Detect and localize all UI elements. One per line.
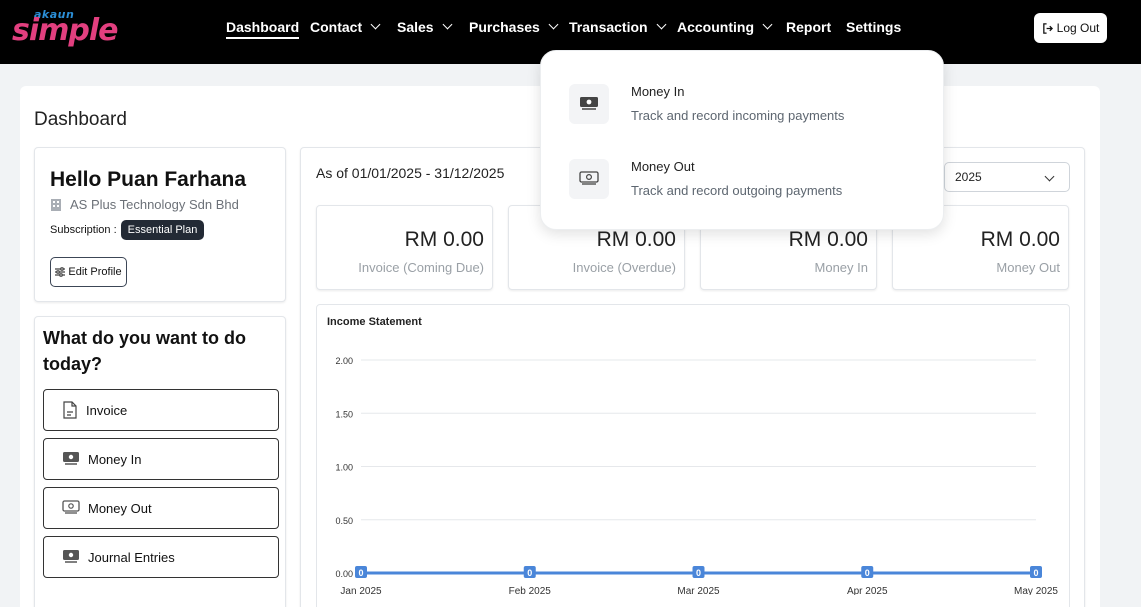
dropdown-item-title: Money In (631, 84, 685, 99)
data-label: 0 (696, 568, 701, 578)
dropdown-item-money-out[interactable]: Money Out Track and record outgoing paym… (569, 159, 929, 209)
y-tick-label: 0.50 (335, 516, 353, 526)
company-label: AS Plus Technology Sdn Bhd (70, 197, 239, 212)
x-tick-label: Mar 2025 (677, 586, 720, 595)
chevron-down-icon (656, 19, 667, 30)
nav-accounting-label: Accounting (677, 19, 754, 35)
sliders-icon (55, 267, 66, 277)
stat-label: Invoice (Overdue) (572, 260, 676, 275)
period-label: As of 01/01/2025 - 31/12/2025 (316, 165, 505, 181)
nav-settings[interactable]: Settings (846, 19, 901, 35)
chevron-down-icon (442, 19, 453, 30)
journal-icon (63, 550, 79, 563)
edit-profile-button[interactable]: Edit Profile (50, 257, 127, 287)
x-tick-label: Apr 2025 (847, 586, 888, 595)
money-in-icon (569, 84, 609, 124)
nav-sales-label: Sales (397, 19, 434, 35)
data-label: 0 (527, 568, 532, 578)
nav-accounting[interactable]: Accounting (677, 19, 773, 35)
invoice-action-button[interactable]: Invoice (43, 389, 279, 431)
stat-label: Money In (814, 260, 868, 275)
money-out-icon (569, 159, 609, 199)
quick-actions-title: What do you want to do today? (43, 328, 246, 374)
money-in-action-button[interactable]: Money In (43, 438, 279, 480)
nav-transaction-label: Transaction (569, 19, 648, 35)
nav-settings-label: Settings (846, 19, 902, 35)
data-label: 0 (1033, 568, 1038, 578)
income-statement-chart: Income Statement 2.00 1.50 1.00 0.50 0.00 0 0 0… (316, 304, 1070, 607)
data-label: 0 (358, 568, 363, 578)
nav-report-label: Report (786, 19, 832, 35)
y-tick-label: 1.50 (335, 409, 353, 419)
journal-entries-action-button[interactable]: Journal Entries (43, 536, 279, 578)
logout-label: Log Out (1056, 21, 1100, 35)
stat-amount: RM 0.00 (596, 228, 676, 251)
year-select-value: 2025 (955, 170, 982, 184)
data-label: 0 (865, 568, 870, 578)
building-icon (51, 198, 61, 211)
profile-card: Hello Puan Farhana AS Plus Technology Sd… (34, 147, 286, 302)
quick-actions-card: What do you want to do today? Invoice Mo… (34, 316, 286, 607)
page-title: Dashboard (34, 109, 127, 130)
nav-contact-label: Contact (310, 19, 363, 35)
logout-icon (1042, 22, 1053, 34)
dropdown-item-description: Track and record incoming payments (631, 108, 845, 123)
chevron-down-icon (548, 19, 559, 30)
subscription-label: Subscription : (50, 224, 117, 236)
nav-dashboard[interactable]: Dashboard (226, 19, 300, 39)
year-select[interactable]: 2025 (944, 162, 1070, 192)
document-icon (63, 401, 77, 419)
nav-sales[interactable]: Sales (397, 19, 453, 35)
money-out-icon (62, 500, 80, 514)
x-tick-label: Feb 2025 (509, 586, 552, 595)
money-in-icon (63, 452, 79, 465)
y-tick-label: 2.00 (335, 356, 353, 366)
dropdown-item-title: Money Out (631, 159, 695, 174)
stat-card-invoice-coming-due: RM 0.00 Invoice (Coming Due) (316, 205, 493, 290)
stat-amount: RM 0.00 (788, 228, 868, 251)
money-out-action-label: Money Out (88, 500, 152, 516)
stat-amount: RM 0.00 (980, 228, 1060, 251)
money-in-action-label: Money In (88, 451, 142, 467)
transaction-dropdown-menu: Money In Track and record incoming payme… (540, 50, 944, 230)
nav-contact[interactable]: Contact (310, 19, 381, 35)
company-name: AS Plus Technology Sdn Bhd (50, 197, 239, 212)
stat-amount: RM 0.00 (404, 228, 484, 251)
nav-dashboard-label: Dashboard (226, 19, 300, 35)
logo-big-text: simple (12, 13, 119, 48)
edit-profile-label: Edit Profile (68, 266, 122, 278)
nav-transaction[interactable]: Transaction (569, 19, 667, 35)
chevron-down-icon (1044, 171, 1055, 182)
journal-entries-action-label: Journal Entries (88, 549, 175, 565)
chart-plot: 2.00 1.50 1.00 0.50 0.00 0 0 0 0 0 Jan 2025 Feb 202… (335, 356, 1058, 595)
x-tick-label: Jan 2025 (340, 586, 382, 595)
chevron-down-icon (762, 19, 773, 30)
dropdown-item-money-in[interactable]: Money In Track and record incoming payme… (569, 84, 929, 134)
nav-report[interactable]: Report (786, 19, 831, 35)
dropdown-item-description: Track and record outgoing payments (631, 183, 843, 198)
nav-purchases[interactable]: Purchases (469, 19, 559, 35)
nav-purchases-label: Purchases (469, 19, 540, 35)
plan-badge: Essential Plan (120, 220, 205, 240)
y-tick-label: 1.00 (335, 463, 353, 473)
chevron-down-icon (370, 19, 381, 30)
stat-label: Money Out (996, 260, 1060, 275)
logout-button[interactable]: Log Out (1034, 13, 1107, 43)
app-logo[interactable]: akaun simple (12, 8, 119, 52)
subscription-row: Subscription : Essential Plan (50, 220, 205, 240)
y-tick-label: 0.00 (335, 569, 353, 579)
greeting: Hello Puan Farhana (50, 168, 247, 191)
money-out-action-button[interactable]: Money Out (43, 487, 279, 529)
invoice-action-label: Invoice (86, 402, 128, 418)
x-tick-label: May 2025 (1014, 586, 1058, 595)
stat-label: Invoice (Coming Due) (358, 260, 484, 275)
